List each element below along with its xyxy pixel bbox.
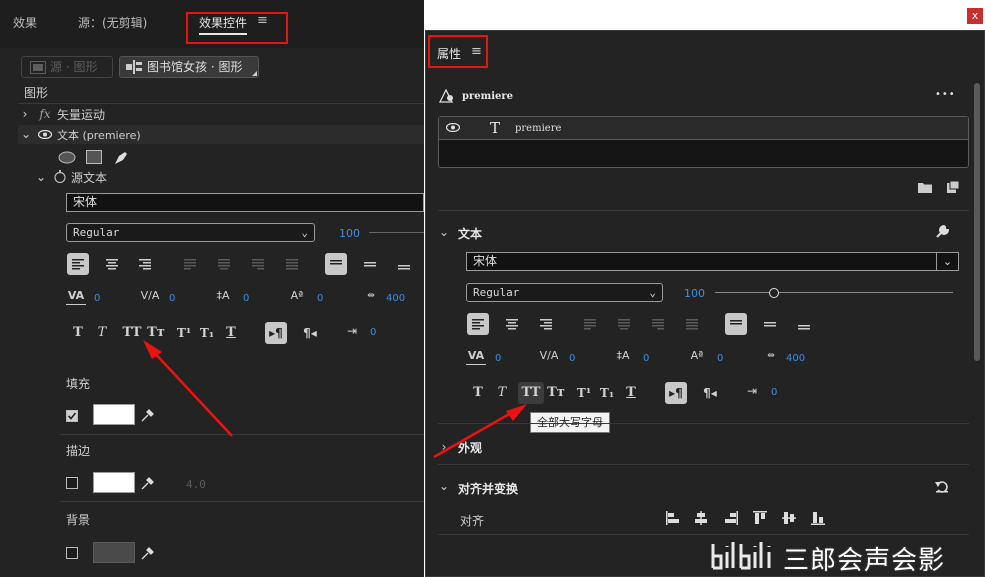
- window-titlebar: [424, 0, 985, 30]
- annotation-arrow-right: [433, 404, 527, 459]
- annotation-arrow-left: [143, 340, 233, 437]
- watermark-text: 三郎会声会影: [783, 546, 946, 576]
- effect-controls-panel: 效果 源：(无剪辑) 效果控件 ≡ 源 · 图形 图书馆女孩 · 图形 图形 ›…: [0, 0, 424, 577]
- properties-panel: 属性 ≡ premiere ••• T premiere ⌄ 文本 宋体 ⌄ R…: [425, 30, 985, 577]
- close-window-button[interactable]: x: [967, 8, 983, 24]
- bilibili-logo: [709, 538, 775, 574]
